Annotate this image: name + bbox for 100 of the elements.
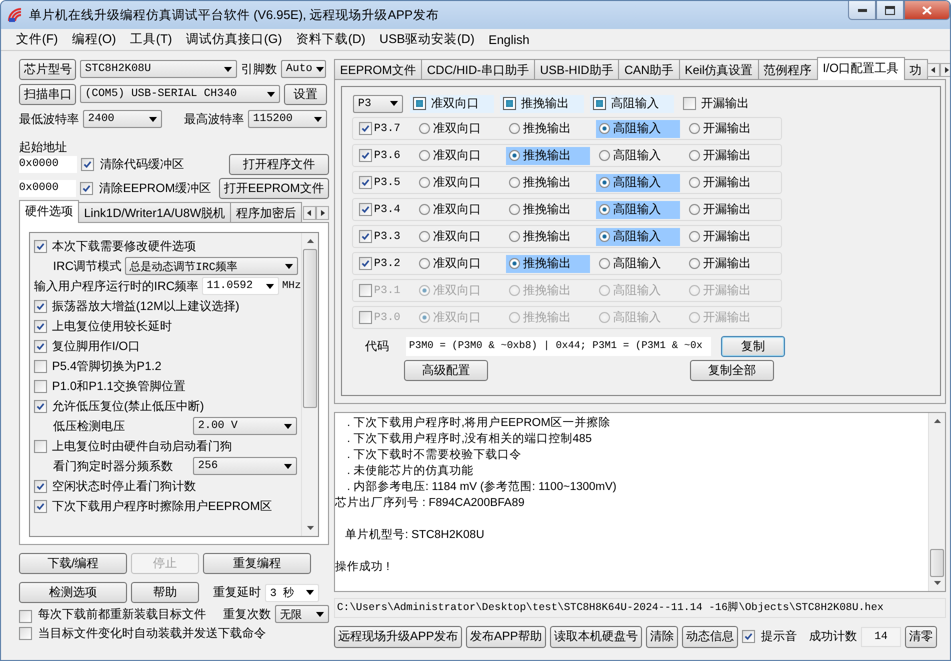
checkbox[interactable] <box>359 311 372 324</box>
button[interactable]: 重复编程 <box>203 553 311 574</box>
radio-button[interactable] <box>689 258 700 269</box>
checkbox[interactable] <box>34 360 47 372</box>
tab[interactable]: 功 <box>904 59 928 79</box>
address-field[interactable]: 0x0000 <box>19 156 77 172</box>
button[interactable]: 复制全部 <box>690 360 774 381</box>
dropdown[interactable]: STC8H2K08U <box>80 60 237 78</box>
dropdown[interactable]: Auto <box>281 60 326 78</box>
button[interactable]: 帮助 <box>131 582 199 603</box>
scrollbar[interactable] <box>301 233 318 536</box>
menu-item[interactable]: 资料下载(D) <box>289 29 372 50</box>
scrollbar[interactable] <box>928 413 945 591</box>
button[interactable]: 设置 <box>284 84 327 104</box>
checkbox[interactable] <box>359 257 372 270</box>
tab[interactable]: Link1D/Writer1A/U8W脱机 <box>78 202 232 222</box>
radio-button[interactable] <box>599 177 610 188</box>
button[interactable]: 检测选项 <box>19 582 127 603</box>
radio-button[interactable] <box>419 150 430 161</box>
dropdown[interactable]: P3 <box>353 94 403 112</box>
radio-button[interactable] <box>689 231 700 242</box>
radio-button[interactable] <box>689 204 700 215</box>
button[interactable]: 读取本机硬盘号 <box>550 626 642 648</box>
tab[interactable]: 硬件选项 <box>19 200 79 223</box>
checkbox[interactable] <box>413 97 426 110</box>
checkbox[interactable] <box>34 380 47 392</box>
radio-button[interactable] <box>509 204 520 215</box>
checkbox[interactable] <box>19 627 32 640</box>
checkbox[interactable] <box>34 500 47 512</box>
radio-button[interactable] <box>419 231 430 242</box>
dropdown[interactable]: 3 秒 <box>265 584 319 602</box>
radio-button[interactable] <box>419 177 430 188</box>
checkbox[interactable] <box>19 610 32 623</box>
button[interactable]: 高级配置 <box>404 360 488 381</box>
button[interactable]: 清除 <box>646 626 678 648</box>
radio-button[interactable] <box>419 258 430 269</box>
tab[interactable]: EEPROM文件 <box>334 59 422 79</box>
radio-button[interactable] <box>509 150 520 161</box>
minimize-button[interactable] <box>848 1 876 20</box>
dropdown[interactable]: 2.00 V <box>193 417 297 435</box>
checkbox[interactable] <box>81 158 94 170</box>
checkbox[interactable] <box>34 480 47 492</box>
button[interactable]: 下载/编程 <box>19 553 127 574</box>
button[interactable]: 清零 <box>905 626 938 648</box>
checkbox[interactable] <box>593 97 606 110</box>
radio-button[interactable] <box>509 312 520 323</box>
menu-item[interactable]: USB驱动安装(D) <box>372 29 482 50</box>
radio-button[interactable] <box>419 312 430 323</box>
checkbox[interactable] <box>359 176 372 189</box>
radio-button[interactable] <box>509 285 520 296</box>
menu-item[interactable]: English <box>481 30 536 48</box>
checkbox[interactable] <box>34 340 47 352</box>
checkbox[interactable] <box>359 230 372 243</box>
menu-item[interactable]: 工具(T) <box>123 29 179 50</box>
radio-button[interactable] <box>599 123 610 134</box>
button[interactable]: 芯片型号 <box>19 58 76 80</box>
maximize-button[interactable] <box>876 1 904 20</box>
radio-button[interactable] <box>689 177 700 188</box>
dropdown[interactable]: 256 <box>193 457 297 475</box>
checkbox[interactable] <box>683 97 696 110</box>
tab[interactable]: I/O口配置工具 <box>816 57 905 80</box>
tab[interactable]: Keil仿真设置 <box>678 59 759 79</box>
menu-item[interactable]: 编程(O) <box>64 29 124 50</box>
menu-item[interactable]: 调试仿真接口(G) <box>179 29 290 50</box>
tab-scroll-arrows[interactable] <box>926 63 950 77</box>
button[interactable]: 打开程序文件 <box>229 154 329 174</box>
radio-button[interactable] <box>419 123 430 134</box>
close-button[interactable] <box>904 1 950 20</box>
checkbox[interactable] <box>359 149 372 162</box>
radio-button[interactable] <box>599 204 610 215</box>
radio-button[interactable] <box>599 150 610 161</box>
checkbox[interactable] <box>359 284 372 297</box>
checkbox[interactable] <box>503 97 516 110</box>
checkbox[interactable] <box>742 630 756 643</box>
tab[interactable]: USB-HID助手 <box>534 59 620 79</box>
radio-button[interactable] <box>599 258 610 269</box>
checkbox[interactable] <box>359 203 372 216</box>
dropdown[interactable]: 无限 <box>275 605 329 623</box>
tab[interactable]: 范例程序 <box>758 59 818 79</box>
radio-button[interactable] <box>689 285 700 296</box>
dropdown[interactable]: 总是动态调节IRC频率 <box>124 257 298 275</box>
code-field[interactable]: P3M0 = (P3M0 & ~0xb8) | 0x44; P3M1 = (P3M1 & ~0x <box>406 336 711 356</box>
button[interactable]: 打开EEPROM文件 <box>218 178 329 198</box>
radio-button[interactable] <box>509 123 520 134</box>
checkbox[interactable] <box>359 122 372 135</box>
radio-button[interactable] <box>599 312 610 323</box>
dropdown[interactable]: 115200 <box>248 110 327 128</box>
address-field[interactable]: 0x0000 <box>19 180 76 196</box>
scroll-thumb[interactable] <box>303 249 317 408</box>
radio-button[interactable] <box>689 123 700 134</box>
checkbox[interactable] <box>34 240 47 252</box>
tab[interactable]: 程序加密后 <box>230 202 302 222</box>
radio-button[interactable] <box>419 204 430 215</box>
radio-button[interactable] <box>689 150 700 161</box>
checkbox[interactable] <box>34 400 47 412</box>
checkbox[interactable] <box>34 440 47 452</box>
tab[interactable]: CAN助手 <box>618 59 680 79</box>
dropdown[interactable]: 2400 <box>83 110 162 128</box>
radio-button[interactable] <box>509 231 520 242</box>
tab-scroll-arrows[interactable] <box>303 206 329 220</box>
